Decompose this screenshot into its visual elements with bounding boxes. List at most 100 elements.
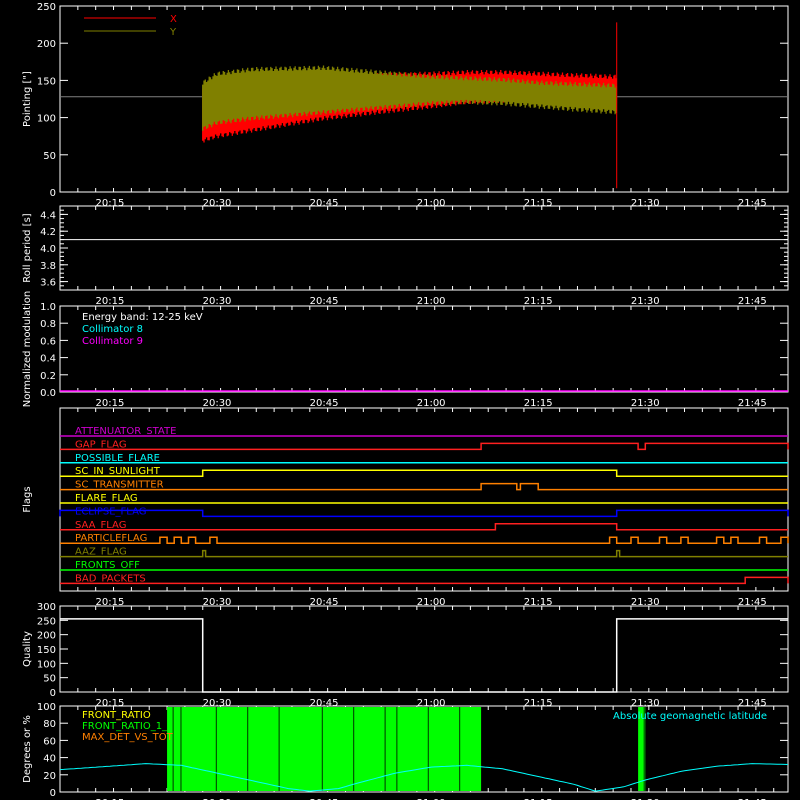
y-tick-label: 3.6 (40, 278, 56, 289)
panel-quality: 20:15 20:30 20:45 21:00 21:15 21:30 21:45Quali… (22, 602, 789, 709)
y-tick-label: 40 (43, 754, 56, 765)
y-axis-label: Quality (22, 631, 33, 667)
y-tick-label: 60 (43, 736, 56, 747)
y-tick-label: 0.0 (40, 388, 56, 399)
flag-trace (59, 509, 789, 518)
y-tick-label: 0 (50, 788, 56, 799)
flag-trace (60, 469, 788, 477)
x-tick-label: 21:00 (417, 198, 446, 209)
rhessi-quicklook-plot: 20:15 20:30 20:45 21:00 21:15 21:30 21:45 Point… (0, 0, 800, 800)
flag-possible-flare: POSSIBLE_FLARE (60, 453, 788, 464)
ratio-legend-1: FRONT_RATIO_1_2 (82, 721, 173, 732)
panel-flags: 20:15 20:30 20:45 21:00 21:15 21:30 21:45Flags… (22, 407, 789, 608)
x-tick-label: 20:30 (203, 398, 232, 409)
quality-line (60, 618, 788, 693)
y-tick-label: 0 (50, 188, 56, 199)
y-tick-label: 0.2 (40, 371, 56, 382)
legend-label-x: X (170, 14, 177, 25)
legend-label-y: Y (169, 27, 177, 38)
y-tick-label: 50 (43, 674, 56, 685)
y-tick-label: 100 (37, 659, 56, 670)
y-tick-label: 0 (50, 688, 56, 699)
x-tick-label: 21:45 (738, 198, 767, 209)
y-tick-label: 3.8 (40, 261, 56, 272)
x-tick-label: 21:30 (631, 296, 660, 307)
x-tick-label: 20:45 (310, 398, 339, 409)
x-tick-label: 20:15 (96, 698, 125, 709)
y-tick-label: 0.8 (40, 319, 56, 330)
panel-pointing: 20:15 20:30 20:45 21:00 21:15 21:30 21:45 Point… (22, 2, 789, 209)
front-ratio-band (167, 707, 482, 791)
y-tick-label: 20 (43, 771, 56, 782)
y-axis-label: Pointing ["] (22, 71, 33, 127)
modulation-annotation-2: Collimator 9 (82, 336, 143, 347)
axes-frame (59, 205, 789, 291)
flag-flare-flag: FLARE_FLAG (60, 493, 788, 504)
panel-roll-period: 20:15 20:30 20:45 21:00 21:15 21:30 21:45 Roll … (22, 205, 789, 307)
flag-bad-packets: BAD_PACKETS (60, 573, 789, 585)
x-tick-label: 20:30 (203, 296, 232, 307)
panel-normalized-modulation: 20:15 20:30 20:45 21:00 21:15 21:30 21:45 Norma… (22, 291, 789, 409)
y-tick-label: 250 (37, 616, 56, 627)
y-axis-label: Roll period [s] (22, 213, 33, 282)
x-tick-label: 21:30 (631, 198, 660, 209)
x-tick-label: 20:15 (96, 198, 125, 209)
x-tick-label: 21:00 (417, 296, 446, 307)
flag-sc-in-sunlight: SC_IN_SUNLIGHT (60, 466, 788, 477)
x-tick-label: 20:30 (203, 198, 232, 209)
flag-gap-flag: GAP_FLAG (60, 439, 789, 451)
y-tick-label: 50 (43, 151, 56, 162)
flag-sc-transmitter: SC_TRANSMITTER (60, 480, 788, 491)
front-ratio-bars (167, 707, 646, 791)
flag-trace (60, 536, 789, 544)
x-tick-label: 21:15 (524, 198, 553, 209)
flag-trace (60, 442, 789, 451)
y-tick-label: 1.0 (40, 302, 56, 313)
y-tick-label: 150 (37, 645, 56, 656)
y-tick-label: 0.4 (40, 354, 56, 365)
y-tick-label: 200 (37, 39, 56, 50)
flag-trace (60, 549, 788, 558)
flag-saa-flag: SAA_FLAG (60, 520, 788, 531)
y-tick-label: 250 (37, 2, 56, 13)
y-tick-label: 80 (43, 719, 56, 730)
ratio-legend-0: FRONT_RATIO (82, 710, 151, 721)
y-tick-label: 100 (37, 114, 56, 125)
flag-attenuator-state: ATTENUATOR_STATE (60, 426, 788, 437)
x-tick-label: 21:45 (738, 398, 767, 409)
y-tick-label: 0.6 (40, 336, 56, 347)
x-tick-label: 20:15 (96, 296, 125, 307)
flag-eclipse-flag: ECLIPSE_FLAG (59, 506, 789, 518)
x-tick-label: 20:45 (310, 198, 339, 209)
flag-trace (60, 576, 789, 585)
x-tick-label: 21:45 (738, 296, 767, 307)
y-axis-label: Normalized modulation (22, 291, 33, 408)
x-tick-label: 20:15 (96, 398, 125, 409)
x-tick-label: 21:00 (417, 398, 446, 409)
x-tick-label: 20:45 (310, 296, 339, 307)
modulation-annotation-1: Collimator 8 (82, 324, 143, 335)
y-tick-label: 150 (37, 76, 56, 87)
flag-fronts-off: FRONTS_OFF (60, 560, 788, 571)
x-tick-label: 21:30 (631, 398, 660, 409)
y-tick-label: 4.4 (40, 210, 56, 221)
latitude-annotation: Absolute geomagnetic latitude (613, 711, 767, 722)
x-tick-label: 21:15 (524, 398, 553, 409)
y-tick-label: 4.0 (40, 244, 56, 255)
flag-particleflag: PARTICLEFLAG (60, 533, 789, 544)
y-tick-label: 4.2 (40, 227, 56, 238)
panel-degrees-or-percent: 20:1520:3020:4521:0021:1521:3021:45Degre… (22, 702, 789, 800)
y-tick-label: 100 (37, 702, 56, 713)
y-tick-label: 200 (37, 631, 56, 642)
plot-canvas: 20:15 20:30 20:45 21:00 21:15 21:30 21:45 Point… (22, 2, 789, 800)
flag-aaz-flag: AAZ_FLAG (60, 547, 788, 558)
x-tick-label: 21:15 (524, 698, 553, 709)
flag-label: ECLIPSE_FLAG (75, 506, 146, 517)
modulation-annotation-0: Energy band: 12-25 keV (82, 312, 203, 323)
y-axis-label: Flags (22, 486, 33, 512)
x-tick-label: 21:45 (738, 698, 767, 709)
y-tick-label: 300 (37, 602, 56, 613)
flag-trace (60, 523, 788, 531)
flag-trace (60, 482, 788, 491)
ratio-legend-2: MAX_DET_VS_TOT (82, 732, 174, 743)
